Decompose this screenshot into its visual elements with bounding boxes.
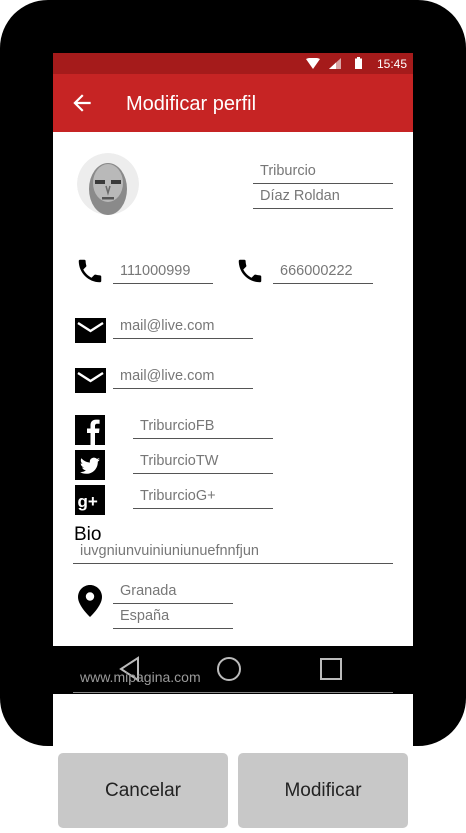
status-bar: 15:45 (53, 53, 413, 74)
city-field[interactable]: Granada (113, 582, 233, 604)
last-name-field[interactable]: Díaz Roldan (253, 187, 393, 209)
avatar-photo (77, 153, 139, 215)
email-field-2[interactable]: mail@live.com (113, 367, 253, 389)
facebook-field[interactable]: TriburcioFB (133, 417, 273, 439)
phone-frame: 15:45 Modificar perfil Triburcio Díaz Ro… (0, 0, 466, 746)
google-plus-field[interactable]: TriburcioG+ (133, 487, 273, 509)
twitter-icon (75, 450, 105, 480)
battery-icon (355, 57, 362, 69)
email-field-1[interactable]: mail@live.com (113, 317, 253, 339)
email-icon (75, 318, 106, 343)
svg-text:g+: g+ (78, 492, 98, 511)
phone-field-2[interactable]: 666000222 (273, 262, 373, 284)
avatar[interactable] (77, 153, 139, 215)
status-time: 15:45 (376, 57, 407, 71)
phone-screen: 15:45 Modificar perfil Triburcio Díaz Ro… (53, 53, 413, 746)
first-name-field[interactable]: Triburcio (253, 162, 393, 184)
email-icon (75, 368, 106, 393)
country-field[interactable]: España (113, 607, 233, 629)
back-arrow-icon[interactable] (69, 90, 95, 116)
signal-icon (329, 58, 341, 69)
bio-field[interactable]: iuvgniunvuiniuniunuefnnfjun (73, 542, 393, 564)
google-plus-icon: g+ (75, 485, 105, 515)
modify-button[interactable]: Modificar (238, 753, 408, 828)
wifi-icon (306, 58, 320, 69)
cancel-button[interactable]: Cancelar (58, 753, 228, 828)
phone-icon (78, 259, 102, 283)
app-bar: Modificar perfil (53, 74, 413, 132)
website-field[interactable]: www.mipagina.com (73, 663, 393, 693)
phone-field-1[interactable]: 111000999 (113, 262, 213, 284)
phone-icon (238, 259, 262, 283)
location-pin-icon (78, 585, 102, 617)
page-title: Modificar perfil (126, 93, 257, 115)
twitter-field[interactable]: TriburcioTW (133, 452, 273, 474)
facebook-icon (75, 415, 105, 445)
